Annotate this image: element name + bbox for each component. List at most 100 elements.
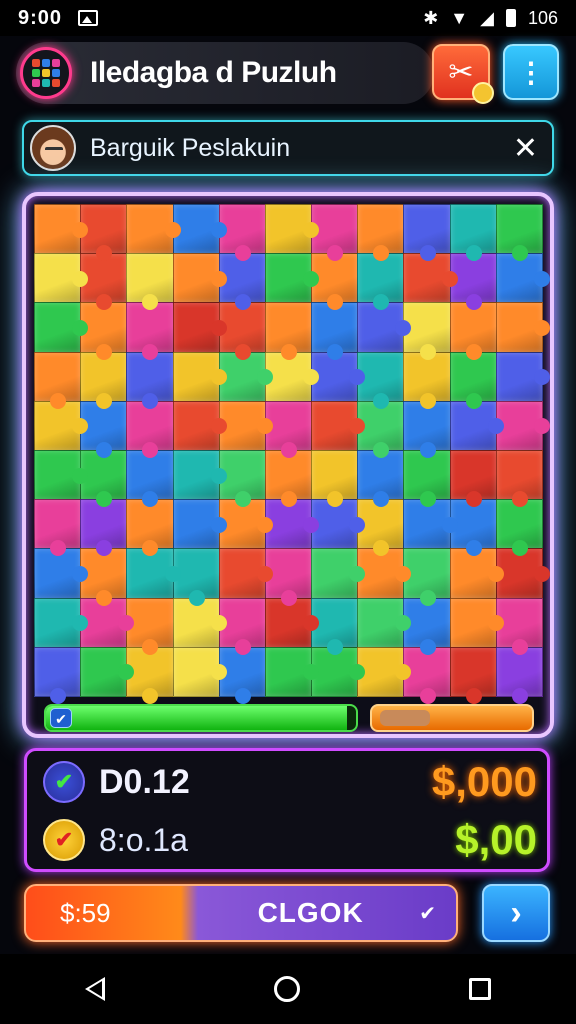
puzzle-knob (441, 516, 458, 533)
puzzle-knob (465, 687, 482, 704)
puzzle-knob (533, 319, 550, 336)
puzzle-piece[interactable] (172, 499, 227, 550)
puzzle-piece[interactable] (34, 646, 82, 704)
menu-button[interactable]: ⋮ (503, 44, 559, 100)
puzzle-knob (72, 467, 89, 484)
puzzle-piece[interactable] (449, 204, 497, 262)
puzzle-piece[interactable] (172, 302, 227, 353)
puzzle-knob (303, 221, 320, 238)
stat-value-primary: $,000 (431, 758, 537, 805)
puzzle-knob (533, 418, 550, 435)
puzzle-piece[interactable] (449, 646, 497, 704)
puzzle-piece[interactable] (172, 253, 227, 304)
stat-label-primary: D0.12 (99, 762, 190, 801)
next-button[interactable]: › (482, 884, 550, 942)
puzzle-board: ✔ (22, 192, 554, 738)
puzzle-knob (465, 540, 482, 557)
secondary-meter[interactable] (370, 704, 534, 732)
puzzle-knob (210, 516, 227, 533)
status-bar: 9:00 ✱ ▼ ◢ 106 (0, 0, 576, 36)
home-icon[interactable] (273, 976, 300, 1002)
puzzle-piece[interactable] (126, 253, 174, 311)
puzzle-knob (419, 638, 436, 655)
puzzle-piece[interactable] (34, 450, 89, 501)
tools-button[interactable]: ✂ (432, 44, 494, 104)
back-icon[interactable] (84, 977, 105, 1001)
stats-row-primary: ✔ D0.12 $,000 (43, 757, 537, 807)
bluetooth-icon: ✱ (423, 7, 439, 28)
puzzle-piece[interactable] (264, 204, 320, 255)
puzzle-piece[interactable] (172, 450, 227, 501)
puzzle-piece[interactable] (80, 646, 135, 697)
puzzle-piece[interactable] (357, 204, 405, 262)
puzzle-knob (234, 491, 251, 508)
puzzle-piece[interactable] (34, 499, 82, 557)
puzzle-knob (419, 687, 436, 704)
puzzle-knob (511, 245, 528, 262)
confirm-button[interactable]: $:59 CLGOK ✔ (24, 884, 458, 942)
puzzle-knob (280, 441, 297, 458)
puzzle-piece[interactable] (449, 450, 497, 508)
puzzle-piece[interactable] (34, 351, 82, 409)
check-icon: ✔ (50, 708, 72, 728)
puzzle-piece[interactable] (495, 204, 543, 262)
puzzle-piece[interactable] (449, 597, 504, 648)
close-icon[interactable]: ✕ (513, 131, 538, 166)
progress-fill (46, 706, 347, 730)
puzzle-knob (465, 392, 482, 409)
puzzle-knob (280, 589, 297, 606)
puzzle-piece[interactable] (495, 302, 550, 353)
puzzle-piece[interactable] (264, 646, 320, 697)
puzzle-knob (72, 221, 89, 238)
puzzle-piece[interactable] (34, 597, 89, 648)
puzzle-knob (419, 392, 436, 409)
puzzle-knob (327, 638, 344, 655)
puzzle-knob (210, 664, 227, 681)
puzzle-piece[interactable] (311, 548, 366, 599)
puzzle-grid-icon[interactable] (20, 47, 72, 99)
puzzle-knob (465, 245, 482, 262)
stats-panel: ✔ D0.12 $,000 ✔ 8:o.1a $,00 (24, 748, 550, 872)
puzzle-knob (441, 270, 458, 287)
stats-row-secondary: ✔ 8:o.1a $,00 (43, 815, 537, 865)
puzzle-piece[interactable] (34, 204, 89, 255)
puzzle-knob (419, 589, 436, 606)
puzzle-piece[interactable] (311, 400, 366, 451)
puzzle-piece[interactable] (357, 597, 412, 648)
puzzle-piece[interactable] (34, 253, 89, 304)
puzzle-piece[interactable] (126, 204, 181, 255)
puzzle-knob (511, 491, 528, 508)
app-header: Iledagba d Puzluh (16, 42, 434, 104)
puzzle-knob (210, 319, 227, 336)
status-time: 9:00 (18, 6, 63, 29)
puzzle-piece[interactable] (172, 400, 227, 451)
puzzle-knob (487, 565, 504, 582)
puzzle-knob (280, 343, 297, 360)
recents-icon[interactable] (469, 978, 492, 1000)
status-right: ✱ ▼ ◢ 106 (423, 8, 558, 29)
puzzle-piece[interactable] (172, 351, 227, 402)
puzzle-knob (50, 392, 67, 409)
puzzle-knob (234, 687, 251, 704)
puzzle-piece[interactable] (264, 253, 320, 304)
puzzle-piece[interactable] (264, 302, 313, 360)
puzzle-piece[interactable] (34, 302, 89, 353)
puzzle-knob (50, 687, 67, 704)
puzzle-grid[interactable] (34, 204, 550, 704)
puzzle-piece[interactable] (495, 450, 543, 508)
puzzle-knob (210, 418, 227, 435)
puzzle-piece[interactable] (403, 204, 451, 262)
puzzle-piece[interactable] (172, 646, 227, 697)
puzzle-piece[interactable] (218, 548, 273, 599)
puzzle-knob (210, 270, 227, 287)
wrench-icon: ✂ (448, 55, 474, 89)
puzzle-knob (511, 687, 528, 704)
puzzle-knob (349, 516, 366, 533)
meter-knob[interactable] (380, 710, 430, 726)
puzzle-knob (303, 516, 320, 533)
puzzle-piece[interactable] (311, 450, 359, 508)
puzzle-knob (327, 343, 344, 360)
puzzle-knob (419, 343, 436, 360)
puzzle-knob (234, 638, 251, 655)
puzzle-piece[interactable] (495, 351, 550, 402)
